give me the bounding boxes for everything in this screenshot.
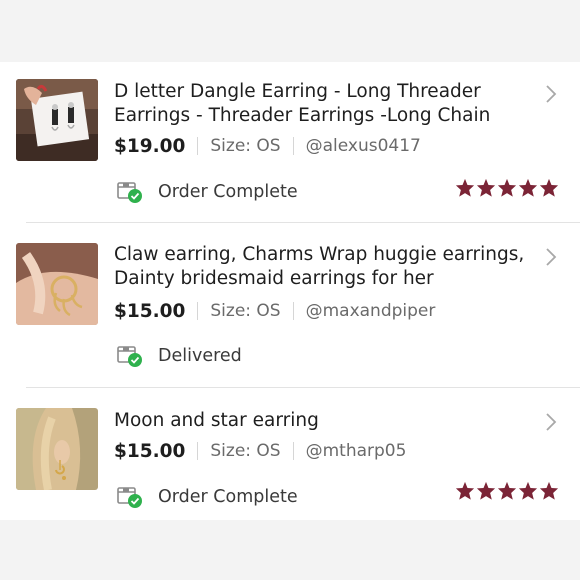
product-thumbnail[interactable] bbox=[16, 408, 98, 490]
order-meta: $15.00 Size: OS @mtharp05 bbox=[114, 438, 406, 464]
package-check-icon bbox=[117, 346, 142, 367]
star-icon bbox=[518, 178, 538, 197]
order-meta: $19.00 Size: OS @alexus0417 bbox=[114, 133, 421, 159]
star-icon bbox=[518, 481, 538, 500]
status-text: Order Complete bbox=[158, 487, 298, 507]
divider bbox=[197, 302, 199, 320]
order-status: Order Complete bbox=[116, 179, 298, 205]
product-thumbnail[interactable] bbox=[16, 79, 98, 161]
order-status: Delivered bbox=[116, 343, 242, 369]
order-item-content: Claw earring, Charms Wrap huggie earring… bbox=[0, 223, 580, 387]
star-rating bbox=[455, 178, 560, 198]
price: $15.00 bbox=[114, 440, 186, 462]
chevron-right-icon[interactable] bbox=[543, 246, 559, 268]
seller-username[interactable]: @maxandpiper bbox=[306, 301, 436, 321]
star-icon bbox=[455, 481, 475, 500]
divider bbox=[292, 442, 294, 460]
price: $15.00 bbox=[114, 300, 186, 322]
star-icon bbox=[539, 481, 559, 500]
order-status: Order Complete bbox=[116, 484, 298, 510]
size: Size: OS bbox=[210, 301, 281, 321]
price: $19.00 bbox=[114, 135, 186, 157]
divider bbox=[292, 302, 294, 320]
star-rating bbox=[455, 481, 560, 501]
star-icon bbox=[497, 481, 517, 500]
divider bbox=[292, 137, 294, 155]
chevron-right-icon[interactable] bbox=[543, 83, 559, 105]
divider bbox=[197, 442, 199, 460]
order-item[interactable]: Moon and star earring $15.00 Size: OS @m… bbox=[0, 388, 580, 520]
product-title[interactable]: Moon and star earring bbox=[114, 409, 534, 433]
package-check-icon bbox=[117, 487, 142, 508]
star-icon bbox=[476, 481, 496, 500]
status-text: Order Complete bbox=[158, 182, 298, 202]
star-icon bbox=[539, 178, 559, 197]
product-title[interactable]: Claw earring, Charms Wrap huggie earring… bbox=[114, 243, 534, 291]
chevron-right-icon[interactable] bbox=[543, 411, 559, 433]
divider bbox=[197, 137, 199, 155]
order-item[interactable]: D letter Dangle Earring - Long Threader … bbox=[0, 62, 580, 222]
order-meta: $15.00 Size: OS @maxandpiper bbox=[114, 298, 435, 324]
star-icon bbox=[497, 178, 517, 197]
status-text: Delivered bbox=[158, 346, 242, 366]
seller-username[interactable]: @alexus0417 bbox=[306, 136, 421, 156]
size: Size: OS bbox=[210, 441, 281, 461]
product-title[interactable]: D letter Dangle Earring - Long Threader … bbox=[114, 80, 534, 128]
star-icon bbox=[476, 178, 496, 197]
size: Size: OS bbox=[210, 136, 281, 156]
package-check-icon bbox=[117, 182, 142, 203]
seller-username[interactable]: @mtharp05 bbox=[306, 441, 407, 461]
star-icon bbox=[455, 178, 475, 197]
